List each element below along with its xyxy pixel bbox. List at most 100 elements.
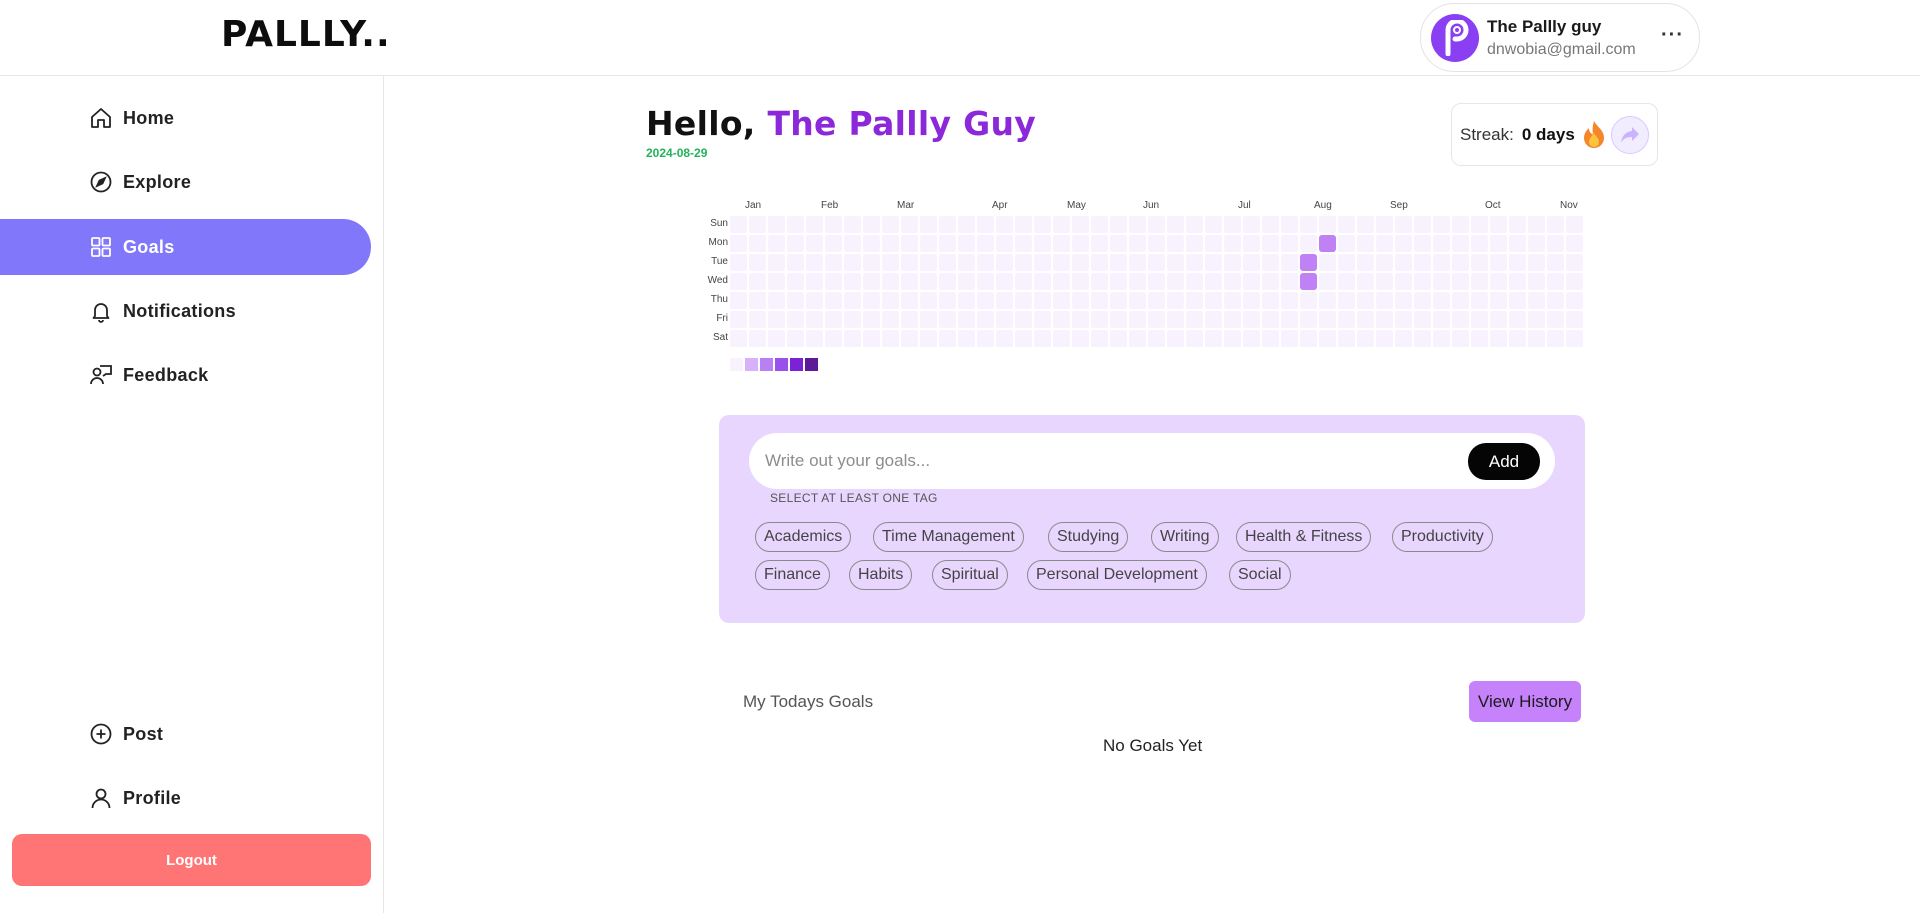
- heatmap-cell[interactable]: [1509, 254, 1526, 271]
- heatmap-cell[interactable]: [901, 330, 918, 347]
- heatmap-cell[interactable]: [1262, 216, 1279, 233]
- tag-personal-development[interactable]: Personal Development: [1027, 560, 1207, 590]
- heatmap-cell[interactable]: [1072, 273, 1089, 290]
- heatmap-cell[interactable]: [1091, 235, 1108, 252]
- heatmap-cell[interactable]: [996, 311, 1013, 328]
- heatmap-cell[interactable]: [1338, 311, 1355, 328]
- heatmap-cell[interactable]: [844, 273, 861, 290]
- heatmap-cell[interactable]: [1395, 330, 1412, 347]
- tag-finance[interactable]: Finance: [755, 560, 830, 590]
- heatmap-cell[interactable]: [958, 216, 975, 233]
- heatmap-cell[interactable]: [1357, 216, 1374, 233]
- heatmap-cell[interactable]: [1015, 311, 1032, 328]
- heatmap-cell[interactable]: [1167, 254, 1184, 271]
- heatmap-cell[interactable]: [958, 330, 975, 347]
- heatmap-cell[interactable]: [1433, 273, 1450, 290]
- heatmap-cell[interactable]: [825, 235, 842, 252]
- heatmap-cell[interactable]: [1110, 254, 1127, 271]
- heatmap-cell[interactable]: [1053, 235, 1070, 252]
- heatmap-cell[interactable]: [1224, 330, 1241, 347]
- add-goal-button[interactable]: Add: [1468, 443, 1540, 480]
- heatmap-cell[interactable]: [901, 273, 918, 290]
- heatmap-cell[interactable]: [1186, 292, 1203, 309]
- heatmap-cell[interactable]: [1471, 292, 1488, 309]
- heatmap-cell[interactable]: [1110, 292, 1127, 309]
- heatmap-cell[interactable]: [1471, 216, 1488, 233]
- sidebar-item-post[interactable]: Post: [0, 706, 371, 762]
- heatmap-cell[interactable]: [787, 254, 804, 271]
- heatmap-cell[interactable]: [1091, 273, 1108, 290]
- heatmap-cell[interactable]: [996, 254, 1013, 271]
- heatmap-cell[interactable]: [901, 254, 918, 271]
- heatmap-cell[interactable]: [958, 273, 975, 290]
- heatmap-cell[interactable]: [730, 273, 747, 290]
- heatmap-cell[interactable]: [749, 216, 766, 233]
- heatmap-cell[interactable]: [1528, 254, 1545, 271]
- heatmap-cell[interactable]: [825, 273, 842, 290]
- heatmap-cell[interactable]: [882, 235, 899, 252]
- tag-academics[interactable]: Academics: [755, 522, 852, 552]
- heatmap-cell[interactable]: [1110, 311, 1127, 328]
- heatmap-cell[interactable]: [958, 254, 975, 271]
- heatmap-cell[interactable]: [1034, 311, 1051, 328]
- heatmap-cell[interactable]: [920, 330, 937, 347]
- heatmap-cell[interactable]: [1547, 216, 1564, 233]
- heatmap-cell[interactable]: [882, 311, 899, 328]
- heatmap-cell[interactable]: [1129, 311, 1146, 328]
- heatmap-cell[interactable]: [1167, 292, 1184, 309]
- heatmap-cell[interactable]: [1490, 330, 1507, 347]
- heatmap-cell[interactable]: [920, 216, 937, 233]
- heatmap-cell[interactable]: [1072, 292, 1089, 309]
- heatmap-cell[interactable]: [768, 235, 785, 252]
- heatmap-cell[interactable]: [1186, 235, 1203, 252]
- heatmap-cell[interactable]: [844, 254, 861, 271]
- heatmap-cell[interactable]: [863, 311, 880, 328]
- heatmap-cell[interactable]: [1490, 311, 1507, 328]
- heatmap-cell[interactable]: [1034, 254, 1051, 271]
- heatmap-cell[interactable]: [844, 311, 861, 328]
- heatmap-cell[interactable]: [1547, 254, 1564, 271]
- heatmap-cell[interactable]: [977, 330, 994, 347]
- heatmap-cell[interactable]: [1566, 235, 1583, 252]
- tag-studying[interactable]: Studying: [1048, 522, 1129, 552]
- heatmap-cell[interactable]: [996, 216, 1013, 233]
- heatmap-cell[interactable]: [939, 311, 956, 328]
- heatmap-cell[interactable]: [787, 216, 804, 233]
- heatmap-cell[interactable]: [1034, 216, 1051, 233]
- heatmap-cell[interactable]: [1338, 273, 1355, 290]
- tag-habits[interactable]: Habits: [849, 560, 913, 590]
- heatmap-cell[interactable]: [787, 292, 804, 309]
- heatmap-cell[interactable]: [1528, 330, 1545, 347]
- heatmap-cell[interactable]: [1490, 292, 1507, 309]
- heatmap-cell[interactable]: [825, 311, 842, 328]
- heatmap-cell[interactable]: [1433, 216, 1450, 233]
- heatmap-cell[interactable]: [1243, 311, 1260, 328]
- heatmap-cell[interactable]: [1395, 292, 1412, 309]
- heatmap-cell[interactable]: [1547, 330, 1564, 347]
- heatmap-cell[interactable]: [1357, 254, 1374, 271]
- heatmap-cell[interactable]: [1091, 330, 1108, 347]
- heatmap-cell[interactable]: [996, 330, 1013, 347]
- heatmap-cell[interactable]: [1034, 292, 1051, 309]
- heatmap-cell[interactable]: [1490, 235, 1507, 252]
- heatmap-cell[interactable]: [977, 235, 994, 252]
- heatmap-cell[interactable]: [863, 292, 880, 309]
- heatmap-cell[interactable]: [1167, 235, 1184, 252]
- heatmap-cell[interactable]: [920, 273, 937, 290]
- heatmap-cell[interactable]: [920, 254, 937, 271]
- heatmap-cell[interactable]: [939, 216, 956, 233]
- heatmap-cell[interactable]: [1148, 254, 1165, 271]
- heatmap-cell[interactable]: [1224, 216, 1241, 233]
- heatmap-cell[interactable]: [1528, 311, 1545, 328]
- heatmap-cell[interactable]: [958, 311, 975, 328]
- heatmap-cell[interactable]: [1262, 254, 1279, 271]
- heatmap-cell[interactable]: [1414, 216, 1431, 233]
- heatmap-cell[interactable]: [1053, 254, 1070, 271]
- heatmap-cell[interactable]: [1015, 273, 1032, 290]
- heatmap-cell[interactable]: [1433, 254, 1450, 271]
- heatmap-cell[interactable]: [1528, 216, 1545, 233]
- heatmap-cell[interactable]: [882, 330, 899, 347]
- heatmap-cell[interactable]: [996, 273, 1013, 290]
- heatmap-cell[interactable]: [882, 216, 899, 233]
- heatmap-cell[interactable]: [1509, 330, 1526, 347]
